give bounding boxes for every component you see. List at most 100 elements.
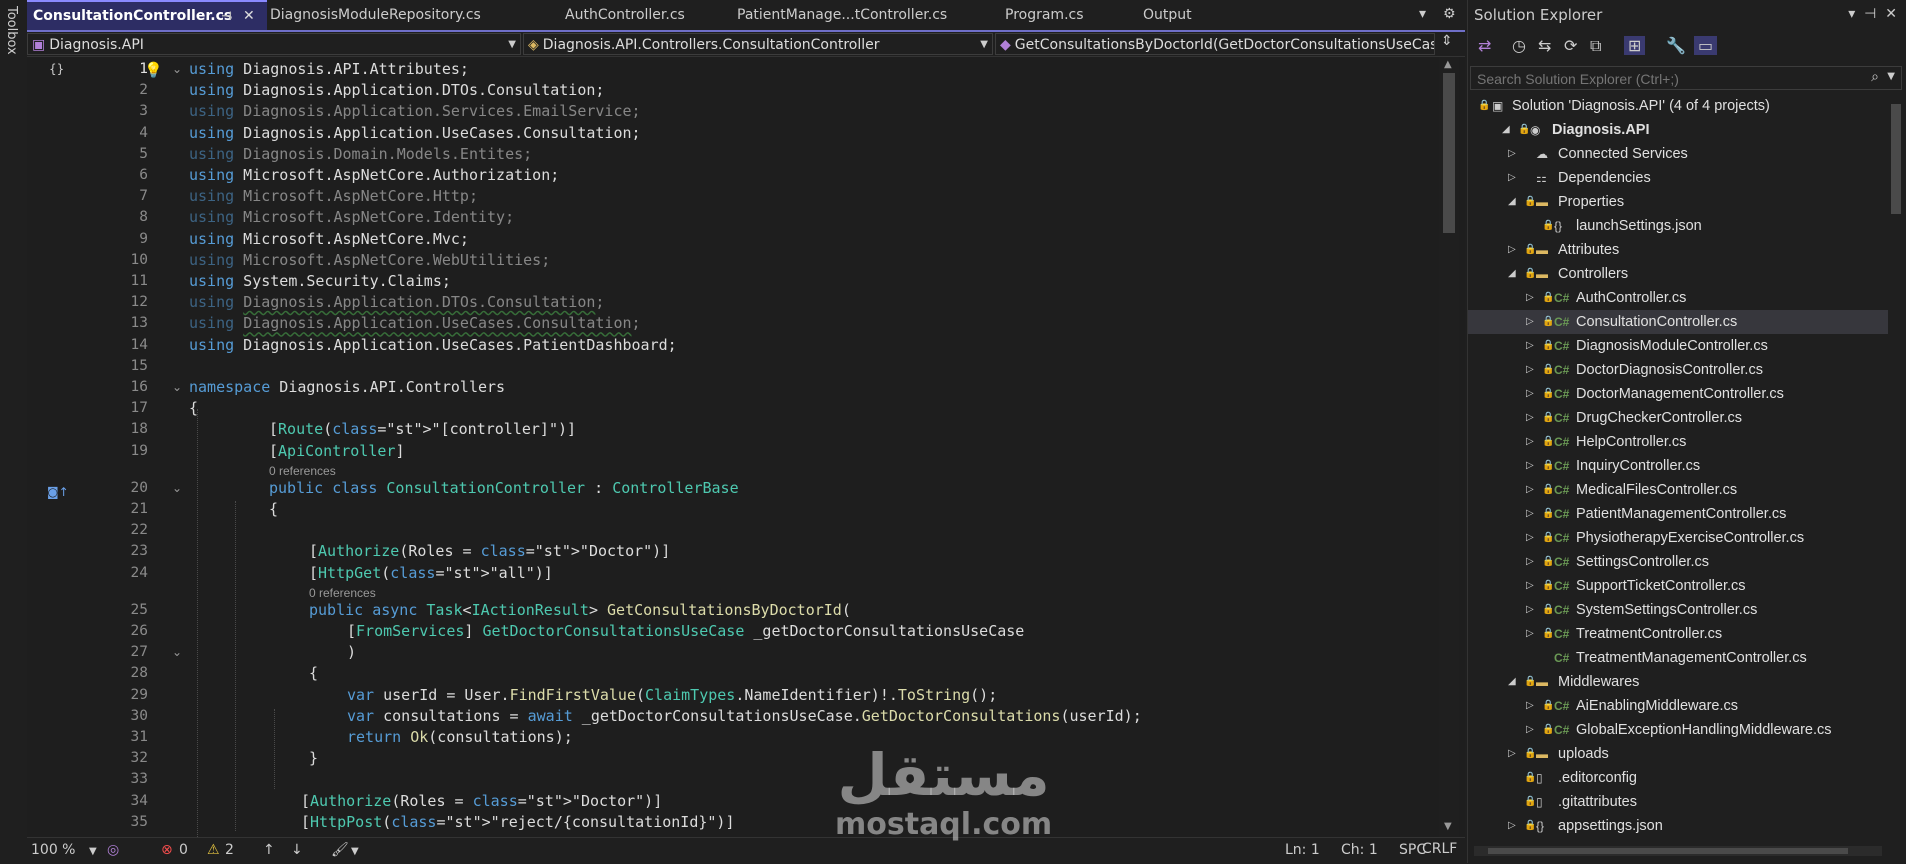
chevron-down-icon[interactable]: ▼ bbox=[89, 846, 97, 857]
tree-node-cs[interactable]: ▷ 🔒 C# PatientManagementController.cs bbox=[1468, 502, 1888, 526]
code-line[interactable]: 6 using Microsoft.AspNetCore.Authorizatio… bbox=[27, 165, 1437, 186]
code-area[interactable]: {} 💡 ◙↑ 1 ⌄ using Diagnosis.API.Attributes… bbox=[27, 57, 1437, 837]
editor-vertical-scrollbar[interactable]: ▲ ▼ bbox=[1439, 57, 1459, 837]
code-line[interactable]: 21 { bbox=[27, 499, 1437, 520]
zoom-level[interactable]: 100 % bbox=[31, 842, 75, 858]
scroll-thumb[interactable] bbox=[1443, 73, 1455, 233]
code-line[interactable]: 4 using Diagnosis.Application.UseCases.Co… bbox=[27, 123, 1437, 144]
search-icon[interactable]: ⌕ bbox=[1871, 69, 1879, 85]
tree-node-folder[interactable]: ◢ 🔒 ▬ Middlewares bbox=[1468, 670, 1888, 694]
properties-icon[interactable]: 🔧 bbox=[1666, 36, 1686, 55]
collapsed-icon[interactable]: ▷ bbox=[1526, 526, 1534, 550]
code-line[interactable]: 20 ⌄ public class ConsultationController :… bbox=[27, 478, 1437, 499]
tree-node-cs[interactable]: ▷ 🔒 C# DrugCheckerController.cs bbox=[1468, 406, 1888, 430]
code-line[interactable]: 17 { bbox=[27, 398, 1437, 419]
codelens-references[interactable]: 0 references bbox=[269, 464, 336, 478]
code-line[interactable]: 30 var consultations = await _getDoctorCo… bbox=[27, 706, 1437, 727]
tree-node-cs[interactable]: ▷ 🔒 C# SystemSettingsController.cs bbox=[1468, 598, 1888, 622]
line-ending-indicator[interactable]: CRLF bbox=[1422, 841, 1457, 857]
preview-icon[interactable]: ▭ bbox=[1694, 36, 1718, 55]
code-line[interactable]: 19 [ApiController] bbox=[27, 441, 1437, 462]
tree-node-cs[interactable]: ▷ 🔒 C# PhysiotherapyExerciseController.cs bbox=[1468, 526, 1888, 550]
code-line[interactable]: 26 [FromServices] GetDoctorConsultationsU… bbox=[27, 621, 1437, 642]
code-line[interactable]: 1 ⌄ using Diagnosis.API.Attributes; bbox=[27, 59, 1437, 80]
solution-search-input[interactable] bbox=[1475, 69, 1859, 89]
tree-node-folder[interactable]: ◢ 🔒 ▬ Controllers bbox=[1468, 262, 1888, 286]
scroll-thumb[interactable] bbox=[1488, 848, 1848, 854]
collapsed-icon[interactable]: ▷ bbox=[1508, 814, 1516, 836]
tree-node-folder[interactable]: ▷ 🔒 ▬ Attributes bbox=[1468, 238, 1888, 262]
scroll-up-icon[interactable]: ▲ bbox=[1444, 59, 1452, 70]
tab-program[interactable]: Program.cs bbox=[999, 0, 1141, 30]
warning-count[interactable]: 2 bbox=[225, 842, 234, 858]
collapsed-icon[interactable]: ▷ bbox=[1526, 574, 1534, 598]
show-all-files-icon[interactable]: ⊞ bbox=[1624, 36, 1646, 55]
type-selector[interactable]: ◈ Diagnosis.API.Controllers.ConsultationC… bbox=[523, 33, 993, 55]
collapsed-icon[interactable]: ▷ bbox=[1526, 622, 1534, 646]
switch-views-icon[interactable]: ⇄ bbox=[1478, 36, 1491, 55]
tree-node-file[interactable]: 🔒 ▯ .editorconfig bbox=[1468, 766, 1888, 790]
tree-node-file[interactable]: 🔒 ▯ .gitattributes bbox=[1468, 790, 1888, 814]
tree-node-cs[interactable]: ▷ 🔒 C# AiEnablingMiddleware.cs bbox=[1468, 694, 1888, 718]
line-indicator[interactable]: Ln: 1 bbox=[1285, 842, 1320, 858]
tab-auth-controller[interactable]: AuthController.cs bbox=[559, 0, 735, 30]
toolbox-label[interactable]: Toolbox bbox=[4, 6, 19, 55]
expanded-icon[interactable]: ◢ bbox=[1508, 190, 1516, 214]
tree-node-cs[interactable]: ▷ 🔒 C# GlobalExceptionHandlingMiddleware.cs bbox=[1468, 718, 1888, 742]
expanded-icon[interactable]: ◢ bbox=[1508, 670, 1516, 694]
close-icon[interactable]: ✕ bbox=[243, 2, 255, 30]
code-line[interactable]: 8 using Microsoft.AspNetCore.Identity; bbox=[27, 207, 1437, 228]
collapsed-icon[interactable]: ▷ bbox=[1526, 406, 1534, 430]
member-selector[interactable]: ◆ GetConsultationsByDoctorId(GetDoctorCon… bbox=[995, 33, 1435, 55]
collapsed-icon[interactable]: ▷ bbox=[1526, 382, 1534, 406]
code-line[interactable]: 31 return Ok(consultations); bbox=[27, 727, 1437, 748]
code-line[interactable]: 15 bbox=[27, 356, 1437, 377]
chevron-down-icon[interactable]: ▼ bbox=[1887, 71, 1895, 82]
collapsed-icon[interactable]: ▷ bbox=[1508, 166, 1516, 190]
collapsed-icon[interactable]: ▷ bbox=[1526, 598, 1534, 622]
error-count[interactable]: 0 bbox=[179, 842, 188, 858]
code-line[interactable]: 7 using Microsoft.AspNetCore.Http; bbox=[27, 186, 1437, 207]
collapsed-icon[interactable]: ▷ bbox=[1508, 142, 1516, 166]
collapsed-icon[interactable]: ▷ bbox=[1526, 334, 1534, 358]
column-indicator[interactable]: Ch: 1 bbox=[1341, 842, 1378, 858]
code-line[interactable]: 3 using Diagnosis.Application.Services.Em… bbox=[27, 101, 1437, 122]
tree-node-cs[interactable]: ▷ 🔒 C# AuthController.cs bbox=[1468, 286, 1888, 310]
code-line[interactable]: 10 using Microsoft.AspNetCore.WebUtilitie… bbox=[27, 250, 1437, 271]
code-line[interactable]: 27 ⌄) bbox=[27, 642, 1437, 663]
collapsed-icon[interactable]: ▷ bbox=[1526, 310, 1534, 334]
fold-chevron-icon[interactable]: ⌄ bbox=[172, 642, 182, 663]
tree-node-cs[interactable]: ▷ 🔒 C# SupportTicketController.cs bbox=[1468, 574, 1888, 598]
tree-node-cs[interactable]: ▷ 🔒 C# MedicalFilesController.cs bbox=[1468, 478, 1888, 502]
tree-node-deps[interactable]: ▷ ⚏ Dependencies bbox=[1468, 166, 1888, 190]
refresh-icon[interactable]: ⟳ bbox=[1564, 36, 1577, 55]
next-issue-icon[interactable]: ↓ bbox=[291, 842, 303, 858]
tree-node-cs[interactable]: ▷ 🔒 C# SettingsController.cs bbox=[1468, 550, 1888, 574]
expanded-icon[interactable]: ◢ bbox=[1502, 118, 1510, 142]
fold-chevron-icon[interactable]: ⌄ bbox=[172, 478, 182, 499]
solution-explorer-search[interactable]: ⌕ ▼ bbox=[1470, 66, 1902, 90]
tree-node-service[interactable]: ▷ ☁ Connected Services bbox=[1468, 142, 1888, 166]
code-line[interactable]: 2 using Diagnosis.Application.DTOs.Consul… bbox=[27, 80, 1437, 101]
tree-node-cs[interactable]: ▷ 🔒 C# DoctorDiagnosisController.cs bbox=[1468, 358, 1888, 382]
code-line[interactable]: 22 bbox=[27, 520, 1437, 541]
tree-node-cs[interactable]: C# TreatmentManagementController.cs bbox=[1468, 646, 1888, 670]
split-icon[interactable]: ⇕ bbox=[1441, 33, 1453, 49]
tree-node-cs[interactable]: ▷ 🔒 C# TreatmentController.cs bbox=[1468, 622, 1888, 646]
code-line[interactable]: 29 var userId = User.FindFirstValue(Claim… bbox=[27, 685, 1437, 706]
code-line[interactable]: 9 using Microsoft.AspNetCore.Mvc; bbox=[27, 229, 1437, 250]
tab-diagnosis-module-repository[interactable]: DiagnosisModuleRepository.cs bbox=[264, 0, 563, 30]
collapsed-icon[interactable]: ▷ bbox=[1526, 550, 1534, 574]
solution-vertical-scrollbar[interactable] bbox=[1888, 94, 1904, 836]
collapsed-icon[interactable]: ▷ bbox=[1526, 454, 1534, 478]
collapsed-icon[interactable]: ▷ bbox=[1526, 358, 1534, 382]
tree-node-json[interactable]: ▷ 🔒{} appsettings.json bbox=[1468, 814, 1888, 836]
collapse-all-icon[interactable]: ⧉ bbox=[1590, 36, 1601, 56]
tab-consultation-controller[interactable]: ConsultationController.cs ⊣ ✕ bbox=[27, 0, 267, 30]
panel-window-controls[interactable]: ▾ ⊣ ✕ bbox=[1848, 6, 1897, 22]
code-line[interactable]: 5 using Diagnosis.Domain.Models.Entites; bbox=[27, 144, 1437, 165]
tree-node-cs[interactable]: ▷ 🔒 C# DoctorManagementController.cs bbox=[1468, 382, 1888, 406]
tree-node-cs[interactable]: ▷ 🔒 C# DiagnosisModuleController.cs bbox=[1468, 334, 1888, 358]
gear-icon[interactable]: ⚙ bbox=[1443, 6, 1456, 22]
tab-list-dropdown-icon[interactable]: ▾ bbox=[1419, 6, 1426, 22]
